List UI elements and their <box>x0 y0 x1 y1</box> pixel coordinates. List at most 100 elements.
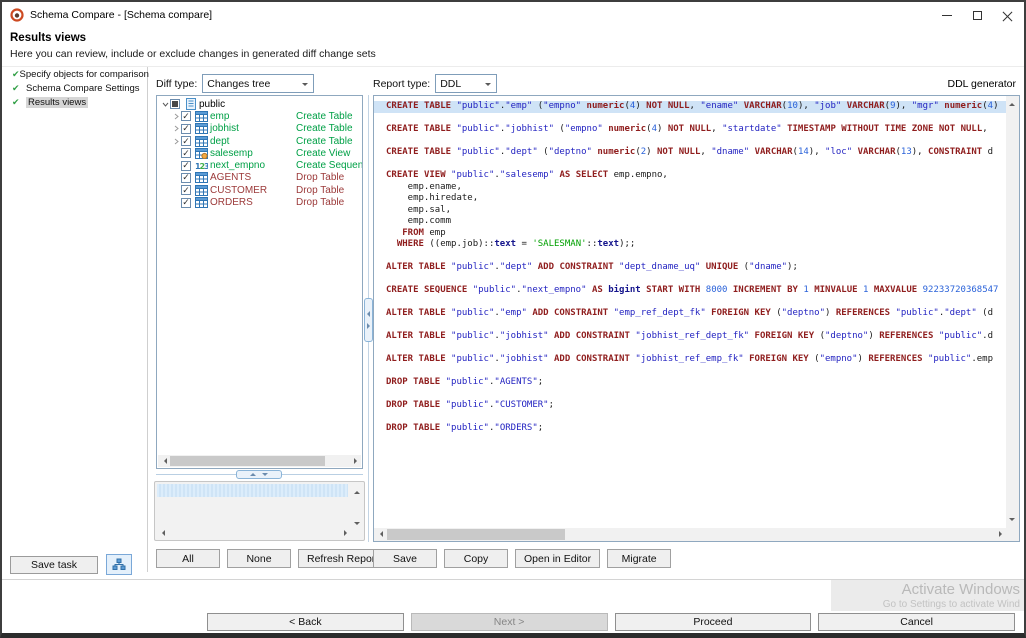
tree-horizontal-scrollbar[interactable] <box>158 455 361 467</box>
sql-line[interactable] <box>374 159 1006 171</box>
sql-line[interactable]: ALTER TABLE "public"."dept" ADD CONSTRAI… <box>374 262 1006 274</box>
sql-line[interactable]: DROP TABLE "public"."ORDERS"; <box>374 423 1006 435</box>
chevron-down-icon[interactable] <box>160 100 170 109</box>
chevron-right-icon[interactable] <box>171 112 181 121</box>
sql-line[interactable]: DROP TABLE "public"."CUSTOMER"; <box>374 400 1006 412</box>
none-button[interactable]: None <box>227 549 291 568</box>
sql-line[interactable] <box>374 320 1006 332</box>
sql-line[interactable]: CREATE TABLE "public"."emp" ("empno" num… <box>374 101 1006 113</box>
open-in-editor-button[interactable]: Open in Editor <box>515 549 600 568</box>
checkbox[interactable]: ✓ <box>181 173 191 183</box>
scroll-left-icon[interactable] <box>161 458 167 464</box>
scroll-up-icon[interactable] <box>354 488 360 494</box>
sql-line[interactable]: emp.ename, <box>374 182 1006 194</box>
report-type-select[interactable]: DDL <box>435 74 497 93</box>
sql-line[interactable] <box>374 366 1006 378</box>
scroll-up-icon[interactable] <box>1009 100 1015 106</box>
scroll-left-icon[interactable] <box>159 530 165 536</box>
sql-line[interactable] <box>374 389 1006 401</box>
sql-line[interactable] <box>374 343 1006 355</box>
diff-type-select[interactable]: Changes tree <box>202 74 314 93</box>
tree-node-label: jobhist <box>210 123 239 134</box>
tree-item-next-empno[interactable]: ✓123next_empnoCreate Sequence <box>157 159 362 171</box>
tree-node-label: salesemp <box>210 148 253 159</box>
scroll-down-icon[interactable] <box>354 522 360 528</box>
sql-code-area[interactable]: CREATE TABLE "public"."emp" ("empno" num… <box>374 101 1006 528</box>
checkbox[interactable]: ✓ <box>181 136 191 146</box>
migrate-button[interactable]: Migrate <box>607 549 671 568</box>
scroll-right-icon[interactable] <box>344 530 350 536</box>
sql-line[interactable] <box>374 113 1006 125</box>
chevron-right-icon[interactable] <box>171 124 181 133</box>
code-horizontal-scrollbar[interactable] <box>374 528 1006 541</box>
sql-line[interactable] <box>374 251 1006 263</box>
checkbox[interactable] <box>170 99 180 109</box>
detail-selected-row[interactable] <box>157 484 348 497</box>
sql-line[interactable]: CREATE TABLE "public"."jobhist" ("empno"… <box>374 124 1006 136</box>
scroll-down-icon[interactable] <box>1009 518 1015 524</box>
save-task-button[interactable]: Save task <box>10 556 98 574</box>
sql-line[interactable] <box>374 412 1006 424</box>
tree-item-emp[interactable]: ✓empCreate Table <box>157 110 362 122</box>
scroll-left-icon[interactable] <box>377 531 383 537</box>
minimize-button[interactable] <box>932 2 962 28</box>
horizontal-splitter-handle[interactable] <box>236 470 282 479</box>
tree-node-label: AGENTS <box>210 172 251 183</box>
sql-line[interactable]: emp.sal, <box>374 205 1006 217</box>
table-icon <box>194 111 209 122</box>
proceed-button[interactable]: Proceed <box>615 613 812 631</box>
change-action-label: Drop Table <box>296 185 344 196</box>
sql-line[interactable]: ALTER TABLE "public"."jobhist" ADD CONST… <box>374 331 1006 343</box>
sql-line[interactable]: WHERE ((emp.job)::text = 'SALESMAN'::tex… <box>374 239 1006 251</box>
checkbox[interactable]: ✓ <box>181 124 191 134</box>
tree-root-public[interactable]: public <box>157 98 362 110</box>
sql-line[interactable]: FROM emp <box>374 228 1006 240</box>
checkbox[interactable]: ✓ <box>181 161 191 171</box>
chevron-right-icon[interactable] <box>171 137 181 146</box>
scrollbar-thumb[interactable] <box>170 456 325 466</box>
schedule-task-button[interactable] <box>106 554 132 575</box>
checkbox[interactable]: ✓ <box>181 148 191 158</box>
scroll-right-icon[interactable] <box>354 458 360 464</box>
wizard-step-specify-objects-for-comparison[interactable]: ✔Specify objects for comparison <box>12 68 147 81</box>
checkbox[interactable]: ✓ <box>181 198 191 208</box>
code-vertical-scrollbar[interactable] <box>1006 96 1019 528</box>
close-button[interactable] <box>992 2 1022 28</box>
checkbox[interactable]: ✓ <box>181 111 191 121</box>
back-button[interactable]: < Back <box>207 613 404 631</box>
tree-item-orders[interactable]: ✓ORDERSDrop Table <box>157 196 362 208</box>
checkbox[interactable]: ✓ <box>181 185 191 195</box>
sql-line[interactable]: emp.comm <box>374 216 1006 228</box>
sql-line[interactable]: CREATE SEQUENCE "public"."next_empno" AS… <box>374 285 1006 297</box>
tree-item-agents[interactable]: ✓AGENTSDrop Table <box>157 172 362 184</box>
sql-line[interactable]: ALTER TABLE "public"."emp" ADD CONSTRAIN… <box>374 308 1006 320</box>
all-button[interactable]: All <box>156 549 220 568</box>
change-action-label: Create Table <box>296 111 353 122</box>
scrollbar-thumb[interactable] <box>387 529 565 540</box>
sql-line[interactable]: emp.hiredate, <box>374 193 1006 205</box>
sql-line[interactable]: CREATE VIEW "public"."salesemp" AS SELEC… <box>374 170 1006 182</box>
collapse-up-icon <box>250 470 256 476</box>
sql-line[interactable] <box>374 297 1006 309</box>
tree-item-salesemp[interactable]: ✓salesempCreate View <box>157 147 362 159</box>
sql-line[interactable] <box>374 274 1006 286</box>
vertical-splitter-handle[interactable] <box>364 298 373 342</box>
tree-item-jobhist[interactable]: ✓jobhistCreate Table <box>157 123 362 135</box>
wizard-step-schema-compare-settings[interactable]: ✔Schema Compare Settings <box>12 82 147 95</box>
tree-item-customer[interactable]: ✓CUSTOMERDrop Table <box>157 184 362 196</box>
sql-line[interactable]: ALTER TABLE "public"."jobhist" ADD CONST… <box>374 354 1006 366</box>
tree-item-dept[interactable]: ✓deptCreate Table <box>157 135 362 147</box>
sql-line[interactable] <box>374 136 1006 148</box>
ddl-report-panel: CREATE TABLE "public"."emp" ("empno" num… <box>373 95 1020 542</box>
save-button[interactable]: Save <box>373 549 437 568</box>
wizard-step-results-views[interactable]: ✔Results views <box>12 96 147 109</box>
sql-line[interactable]: DROP TABLE "public"."AGENTS"; <box>374 377 1006 389</box>
scroll-right-icon[interactable] <box>999 531 1005 537</box>
cancel-button[interactable]: Cancel <box>818 613 1015 631</box>
svg-text:3: 3 <box>204 162 208 171</box>
copy-button[interactable]: Copy <box>444 549 508 568</box>
maximize-button[interactable] <box>962 2 992 28</box>
tree-node-label: dept <box>210 136 229 147</box>
wizard-sidebar: ✔Specify objects for comparison✔Schema C… <box>2 67 148 572</box>
sql-line[interactable]: CREATE TABLE "public"."dept" ("deptno" n… <box>374 147 1006 159</box>
